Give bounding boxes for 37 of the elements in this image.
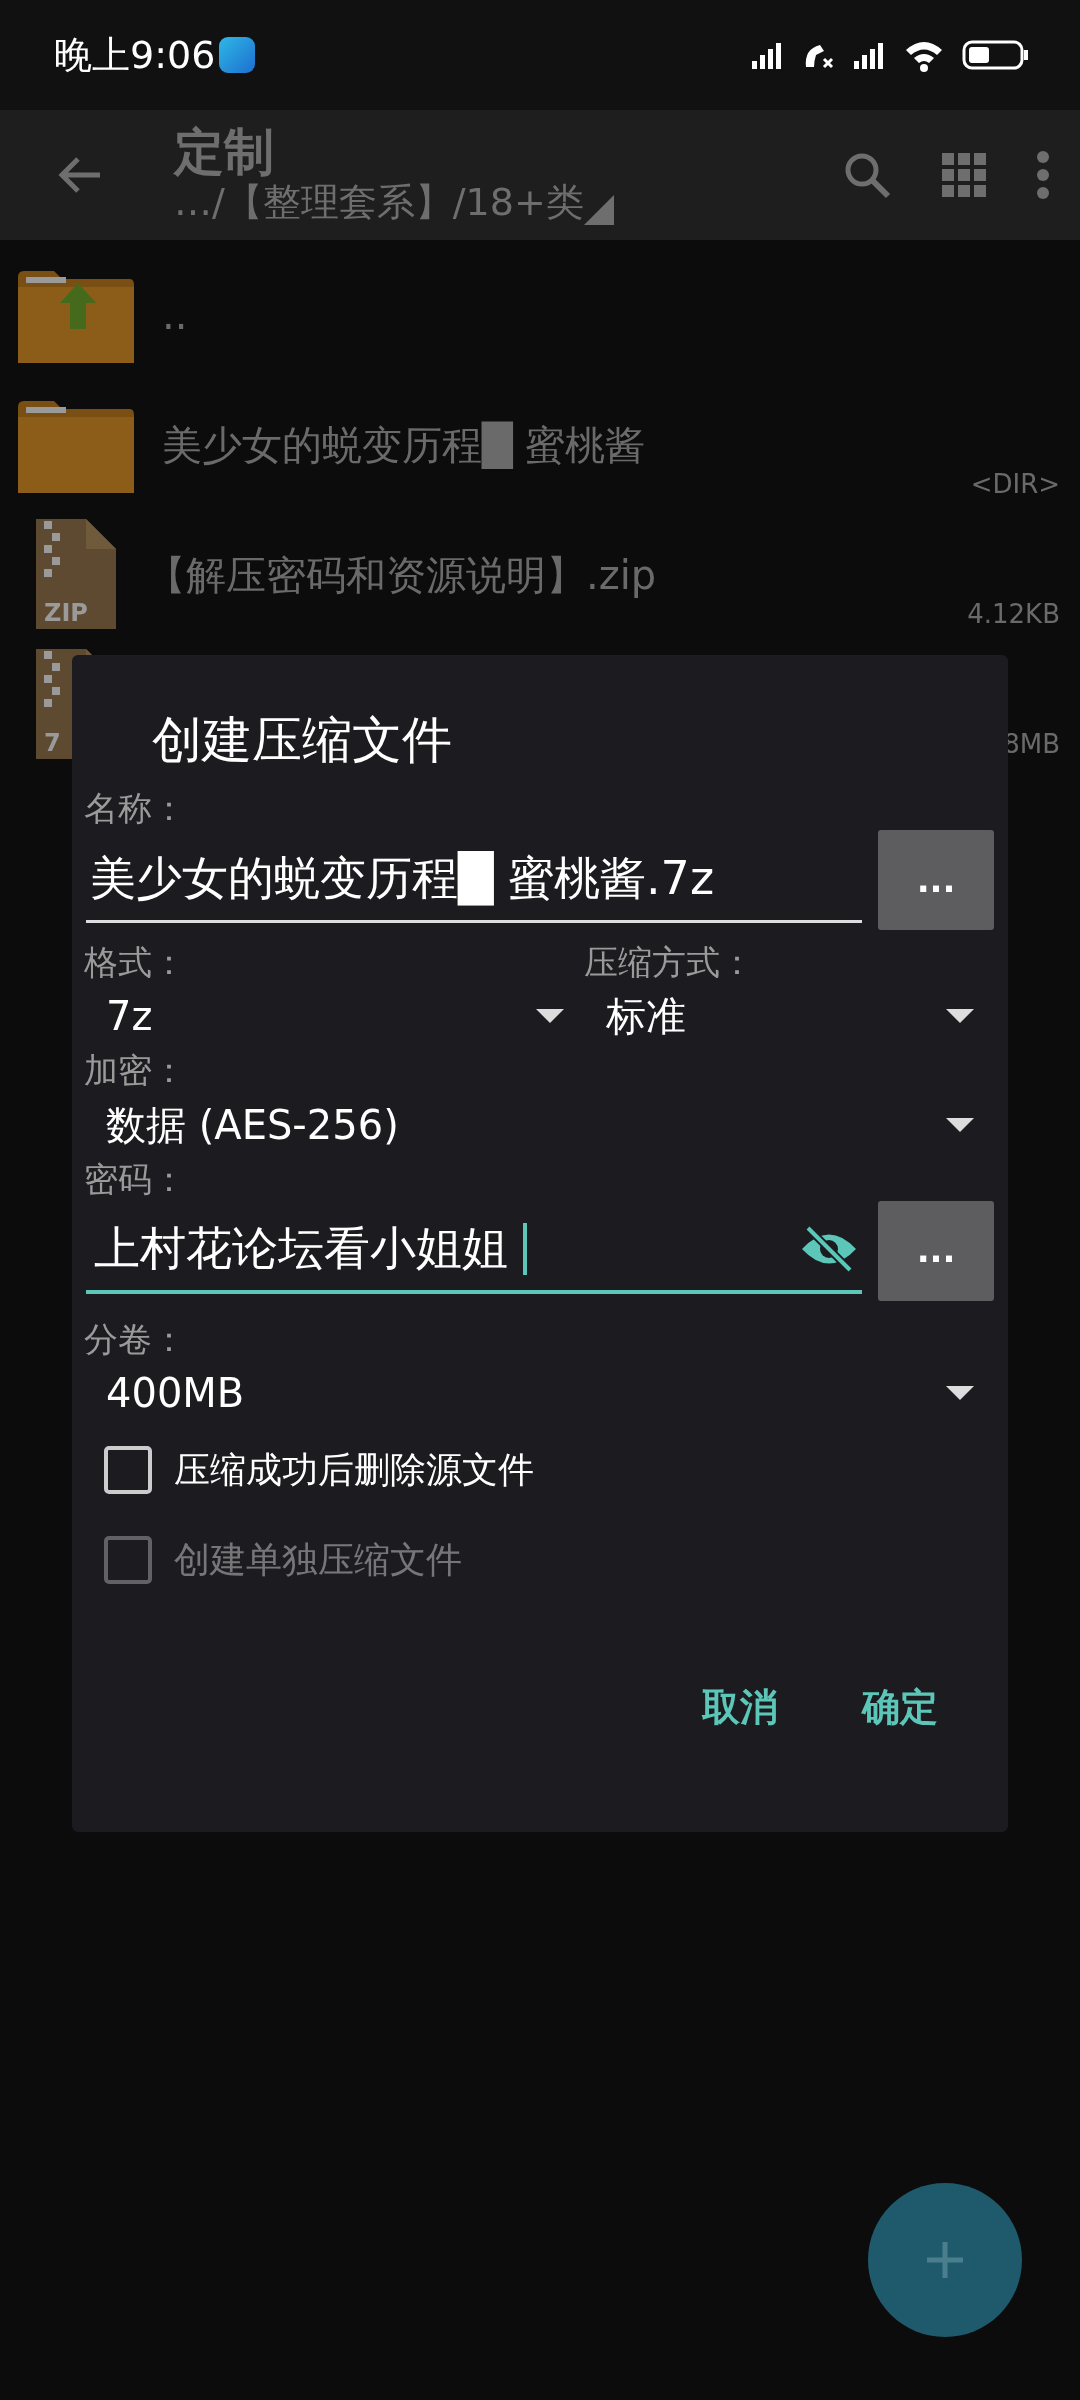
field-label: 分卷： [84,1317,187,1361]
checkbox-label[interactable]: 压缩成功后删除源文件 [174,1442,534,1497]
cancel-button[interactable]: 取消 [672,1668,808,1746]
confirm-button[interactable]: 确定 [832,1668,968,1746]
corner-icon [583,195,614,226]
name-field[interactable]: 美少女的蜕变历程█ 蜜桃酱.7z [86,837,862,924]
checkbox-label: 创建单独压缩文件 [174,1537,462,1582]
clock: 晚上9:06 [54,31,216,79]
plus-icon [925,2240,965,2280]
dropdown[interactable]: 标准 [584,984,994,1049]
field-label: 密码： [84,1157,187,1201]
screen-title: 定制 [174,124,275,180]
dropdown-caret-icon [536,1009,564,1024]
dropdown[interactable]: 数据 (AES-256) [84,1092,994,1157]
dialog-title: 创建压缩文件 [152,710,453,771]
password-field[interactable]: 上村花论坛看小姐姐 [90,1205,523,1292]
field-label: 加密： [84,1049,187,1093]
battery-icon [962,39,1030,71]
grid-view-icon[interactable] [942,153,986,197]
dropdown[interactable]: 400MB [84,1360,994,1425]
dropdown[interactable]: 7z [84,984,574,1049]
dropdown-caret-icon [946,1009,974,1024]
file-info: <DIR> [970,468,1060,501]
file-name[interactable]: .. [162,285,188,345]
field-label: 压缩方式： [584,941,755,985]
file-name[interactable]: 美少女的蜕变历程█ 蜜桃酱 [162,415,646,475]
file-info: 4.12KB [967,598,1060,631]
browser-app-icon [219,37,256,73]
browse-button[interactable]: ... [878,1200,994,1301]
browse-button[interactable]: ... [878,830,994,931]
field-label: 格式： [84,941,187,985]
field-label: 名称： [84,787,187,830]
dropdown-caret-icon [946,1117,974,1132]
checkbox[interactable] [104,1445,152,1494]
more-icon[interactable] [1036,150,1050,200]
dropdown-caret-icon [946,1385,974,1400]
file-name[interactable]: 【解压密码和资源说明】.zip [146,545,657,605]
